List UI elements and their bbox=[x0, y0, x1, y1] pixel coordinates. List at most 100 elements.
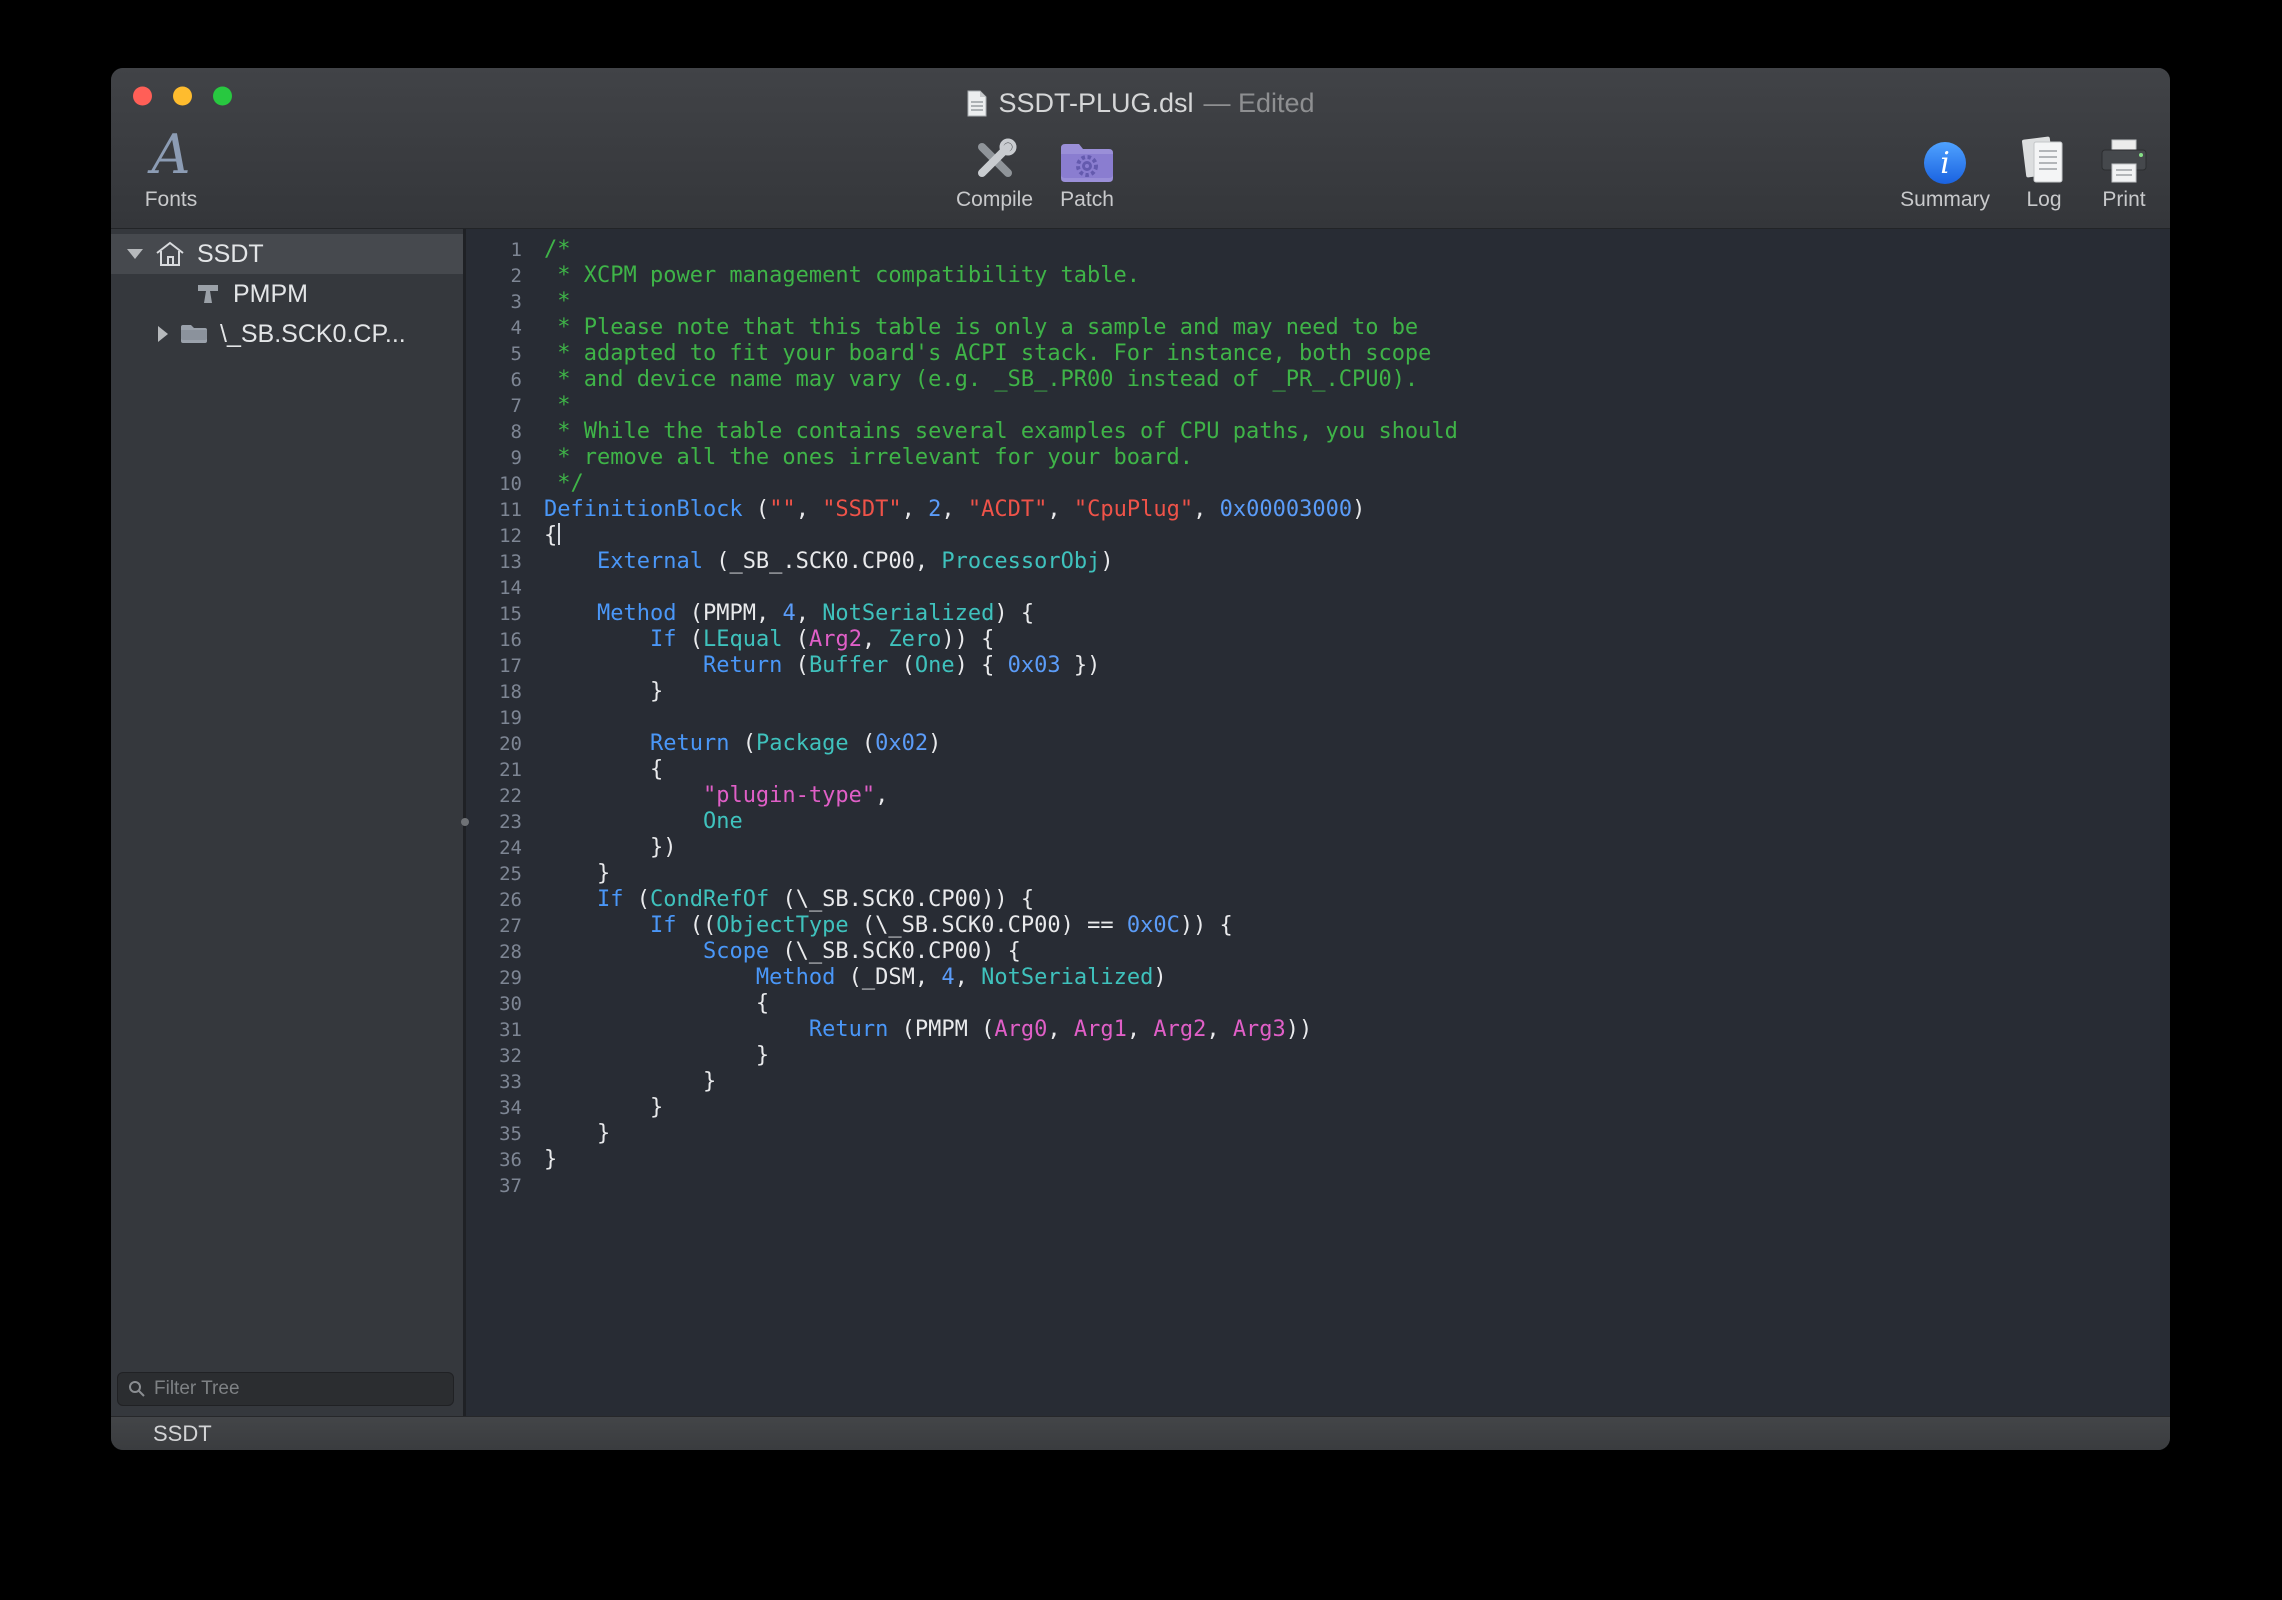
sidebar-item-sb-sck0[interactable]: \_SB.SCK0.CP... bbox=[111, 314, 463, 354]
code-line: 36} bbox=[466, 1147, 2170, 1173]
document-title: SSDT-PLUG.dsl bbox=[998, 88, 1193, 119]
sidebar-item-pmpm[interactable]: PMPM bbox=[111, 274, 463, 314]
line-number: 16 bbox=[466, 627, 522, 653]
code-text: Method (PMPM, 4, NotSerialized) { bbox=[544, 601, 1034, 627]
line-number: 10 bbox=[466, 471, 522, 497]
window-header: SSDT-PLUG.dsl — Edited A Fonts bbox=[111, 68, 2170, 229]
line-number: 28 bbox=[466, 939, 522, 965]
code-line: 18 } bbox=[466, 679, 2170, 705]
code-editor[interactable]: 1/*2 * XCPM power management compatibili… bbox=[466, 229, 2170, 1416]
code-line: 17 Return (Buffer (One) { 0x03 }) bbox=[466, 653, 2170, 679]
code-line: 6 * and device name may vary (e.g. _SB_.… bbox=[466, 367, 2170, 393]
code-text: * adapted to fit your board's ACPI stack… bbox=[544, 341, 1431, 367]
code-line: 20 Return (Package (0x02) bbox=[466, 731, 2170, 757]
line-number: 32 bbox=[466, 1043, 522, 1069]
code-line: 25 } bbox=[466, 861, 2170, 887]
fonts-button[interactable]: A Fonts bbox=[127, 124, 215, 212]
zoom-button[interactable] bbox=[213, 87, 232, 106]
fonts-label: Fonts bbox=[145, 188, 198, 212]
code-text: * XCPM power management compatibility ta… bbox=[544, 263, 1140, 289]
code-line: 23 One bbox=[466, 809, 2170, 835]
code-text: DefinitionBlock ("", "SSDT", 2, "ACDT", … bbox=[544, 497, 1365, 523]
code-text: } bbox=[544, 861, 610, 887]
print-button[interactable]: Print bbox=[2098, 124, 2150, 212]
code-text: Return (PMPM (Arg0, Arg1, Arg2, Arg3)) bbox=[544, 1017, 1312, 1043]
close-button[interactable] bbox=[133, 87, 152, 106]
code-text: * bbox=[544, 393, 571, 419]
code-line: 19 bbox=[466, 705, 2170, 731]
code-text: } bbox=[544, 1069, 716, 1095]
code-line: 16 If (LEqual (Arg2, Zero)) { bbox=[466, 627, 2170, 653]
code-line: 27 If ((ObjectType (\_SB.SCK0.CP00) == 0… bbox=[466, 913, 2170, 939]
summary-info-icon: i bbox=[1922, 124, 1968, 186]
splitter-handle[interactable] bbox=[461, 818, 469, 826]
status-text: SSDT bbox=[153, 1421, 212, 1447]
code-text: External (_SB_.SCK0.CP00, ProcessorObj) bbox=[544, 549, 1114, 575]
titlebar[interactable]: SSDT-PLUG.dsl — Edited bbox=[111, 68, 2170, 124]
line-number: 31 bbox=[466, 1017, 522, 1043]
traffic-lights bbox=[133, 87, 232, 106]
compile-label: Compile bbox=[956, 188, 1033, 212]
code-line: 24 }) bbox=[466, 835, 2170, 861]
line-number: 13 bbox=[466, 549, 522, 575]
code-text: If ((ObjectType (\_SB.SCK0.CP00) == 0x0C… bbox=[544, 913, 1233, 939]
filter-tree-input[interactable] bbox=[154, 1378, 443, 1400]
svg-text:i: i bbox=[1940, 146, 1950, 181]
code-line: 3 * bbox=[466, 289, 2170, 315]
line-number: 22 bbox=[466, 783, 522, 809]
disclosure-down-icon[interactable] bbox=[127, 249, 143, 259]
code-line: 8 * While the table contains several exa… bbox=[466, 419, 2170, 445]
code-text: * and device name may vary (e.g. _SB_.PR… bbox=[544, 367, 1418, 393]
line-number: 23 bbox=[466, 809, 522, 835]
filter-field[interactable] bbox=[117, 1372, 454, 1406]
patch-button[interactable]: Patch bbox=[1059, 124, 1115, 212]
sidebar-tree: SSDT PMPM bbox=[111, 229, 463, 354]
line-number: 21 bbox=[466, 757, 522, 783]
log-label: Log bbox=[2026, 188, 2061, 212]
line-number: 26 bbox=[466, 887, 522, 913]
line-number: 7 bbox=[466, 393, 522, 419]
code-line: 30 { bbox=[466, 991, 2170, 1017]
code-line: 35 } bbox=[466, 1121, 2170, 1147]
code-text: /* bbox=[544, 237, 571, 263]
log-button[interactable]: Log bbox=[2020, 124, 2068, 212]
print-label: Print bbox=[2102, 188, 2145, 212]
line-number: 4 bbox=[466, 315, 522, 341]
line-number: 25 bbox=[466, 861, 522, 887]
compile-tools-icon bbox=[969, 124, 1021, 186]
sidebar-item-ssdt[interactable]: SSDT bbox=[111, 234, 463, 274]
code-text: } bbox=[544, 1095, 663, 1121]
folder-icon bbox=[180, 322, 208, 346]
code-text: */ bbox=[544, 471, 584, 497]
line-number: 24 bbox=[466, 835, 522, 861]
code-line: 21 { bbox=[466, 757, 2170, 783]
code-text: { bbox=[544, 757, 663, 783]
compile-button[interactable]: Compile bbox=[956, 124, 1033, 212]
line-number: 35 bbox=[466, 1121, 522, 1147]
line-number: 29 bbox=[466, 965, 522, 991]
code-line: 11 DefinitionBlock ("", "SSDT", 2, "ACDT"… bbox=[466, 497, 2170, 523]
line-number: 15 bbox=[466, 601, 522, 627]
line-number: 33 bbox=[466, 1069, 522, 1095]
minimize-button[interactable] bbox=[173, 87, 192, 106]
line-number: 27 bbox=[466, 913, 522, 939]
code-text: One bbox=[544, 809, 743, 835]
search-icon bbox=[128, 1380, 146, 1398]
line-number: 19 bbox=[466, 705, 522, 731]
code-text: } bbox=[544, 679, 663, 705]
code-text: If (CondRefOf (\_SB.SCK0.CP00)) { bbox=[544, 887, 1034, 913]
disclosure-right-icon[interactable] bbox=[158, 326, 168, 342]
line-number: 17 bbox=[466, 653, 522, 679]
code-text: { bbox=[544, 523, 560, 549]
sidebar-item-label: \_SB.SCK0.CP... bbox=[220, 320, 406, 349]
summary-button[interactable]: i Summary bbox=[1900, 124, 1990, 212]
document-icon bbox=[966, 90, 988, 117]
line-number: 12 bbox=[466, 523, 522, 549]
pane-splitter[interactable] bbox=[463, 229, 466, 1416]
line-number: 36 bbox=[466, 1147, 522, 1173]
patch-label: Patch bbox=[1060, 188, 1114, 212]
line-number: 11 bbox=[466, 497, 522, 523]
code-text: } bbox=[544, 1147, 557, 1173]
toolbar-right-group: i Summary bbox=[1900, 124, 2150, 212]
code-line: 10 */ bbox=[466, 471, 2170, 497]
